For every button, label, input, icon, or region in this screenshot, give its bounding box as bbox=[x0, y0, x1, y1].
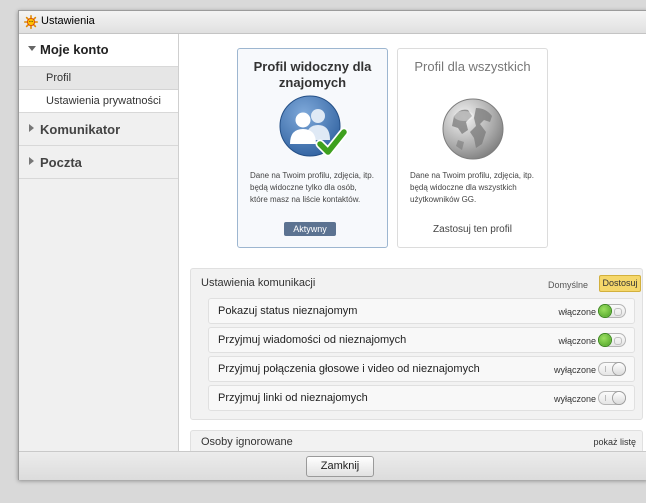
profile-card-title: Profil widoczny dla znajomych bbox=[253, 59, 372, 90]
setting-label: Przyjmuj połączenia głosowe i video od n… bbox=[218, 363, 480, 375]
setting-label: Przyjmuj wiadomości od nieznajomych bbox=[218, 334, 407, 346]
setting-state: wyłączone bbox=[553, 394, 596, 404]
bottom-bar: Zamknij bbox=[19, 451, 646, 480]
app-sun-icon bbox=[24, 15, 38, 29]
default-preset-button[interactable]: Domyślne bbox=[548, 280, 588, 290]
setting-label: Przyjmuj linki od nieznajomych bbox=[218, 392, 368, 404]
sidebar-item-ustawienia-prywatnosci[interactable]: Ustawienia prywatności bbox=[19, 90, 178, 113]
profile-card-public[interactable]: Profil dla wszystkich Dane na Twoim prof… bbox=[397, 48, 548, 248]
window-title: Ustawienia bbox=[41, 15, 95, 27]
settings-window: Ustawienia Moje konto Profil Ustawienia … bbox=[18, 10, 646, 480]
toggle-switch[interactable] bbox=[598, 362, 626, 376]
toggle-switch[interactable] bbox=[598, 391, 626, 405]
chevron-right-icon bbox=[29, 124, 34, 132]
profile-card-description: Dane na Twoim profilu, zdjęcia, itp. będ… bbox=[250, 171, 374, 204]
chevron-down-icon bbox=[28, 46, 36, 51]
custom-preset-button[interactable]: Dostosuj bbox=[599, 275, 641, 292]
sidebar-section-label: Poczta bbox=[40, 155, 82, 170]
communication-settings-panel: Ustawienia komunikacji Domyślne Dostosuj… bbox=[190, 268, 643, 420]
sidebar-section-moje-konto[interactable]: Moje konto bbox=[19, 34, 178, 67]
sidebar: Moje konto Profil Ustawienia prywatności… bbox=[19, 34, 179, 451]
title-bar: Ustawienia bbox=[19, 11, 646, 34]
sidebar-section-label: Komunikator bbox=[40, 122, 121, 137]
sidebar-item-label: Ustawienia prywatności bbox=[46, 95, 161, 107]
setting-row-accept-links: Przyjmuj linki od nieznajomych wyłączone bbox=[208, 385, 635, 411]
main-content: Profil widoczny dla znajomych Dane na Tw… bbox=[179, 34, 646, 454]
toggle-switch[interactable] bbox=[598, 333, 626, 347]
active-badge: Aktywny bbox=[284, 222, 336, 236]
profile-card-friends[interactable]: Profil widoczny dla znajomych Dane na Tw… bbox=[237, 48, 388, 248]
setting-row-show-status: Pokazuj status nieznajomym włączone bbox=[208, 298, 635, 324]
setting-row-accept-calls: Przyjmuj połączenia głosowe i video od n… bbox=[208, 356, 635, 382]
setting-state: włączone bbox=[558, 307, 596, 317]
profile-card-description: Dane na Twoim profilu, zdjęcia, itp. będ… bbox=[410, 171, 534, 204]
apply-profile-link[interactable]: Zastosuj ten profil bbox=[398, 224, 547, 235]
sidebar-section-poczta[interactable]: Poczta bbox=[19, 146, 178, 179]
sidebar-item-profil[interactable]: Profil bbox=[19, 67, 178, 90]
sidebar-item-label: Profil bbox=[46, 72, 72, 84]
communication-settings-title: Ustawienia komunikacji bbox=[201, 277, 316, 289]
setting-state: włączone bbox=[558, 336, 596, 346]
chevron-right-icon bbox=[29, 157, 34, 165]
contacts-check-icon bbox=[279, 95, 348, 157]
setting-row-accept-messages: Przyjmuj wiadomości od nieznajomych włąc… bbox=[208, 327, 635, 353]
ignored-users-label: Osoby ignorowane bbox=[201, 436, 293, 448]
toggle-switch[interactable] bbox=[598, 304, 626, 318]
setting-state: wyłączone bbox=[553, 365, 596, 375]
sidebar-section-komunikator[interactable]: Komunikator bbox=[19, 113, 178, 146]
profile-card-title: Profil dla wszystkich bbox=[414, 59, 531, 74]
setting-label: Pokazuj status nieznajomym bbox=[218, 305, 358, 317]
sidebar-section-label: Moje konto bbox=[40, 42, 109, 57]
show-list-link[interactable]: pokaż listę bbox=[593, 437, 636, 447]
close-button[interactable]: Zamknij bbox=[306, 456, 374, 477]
globe-icon bbox=[442, 98, 504, 160]
